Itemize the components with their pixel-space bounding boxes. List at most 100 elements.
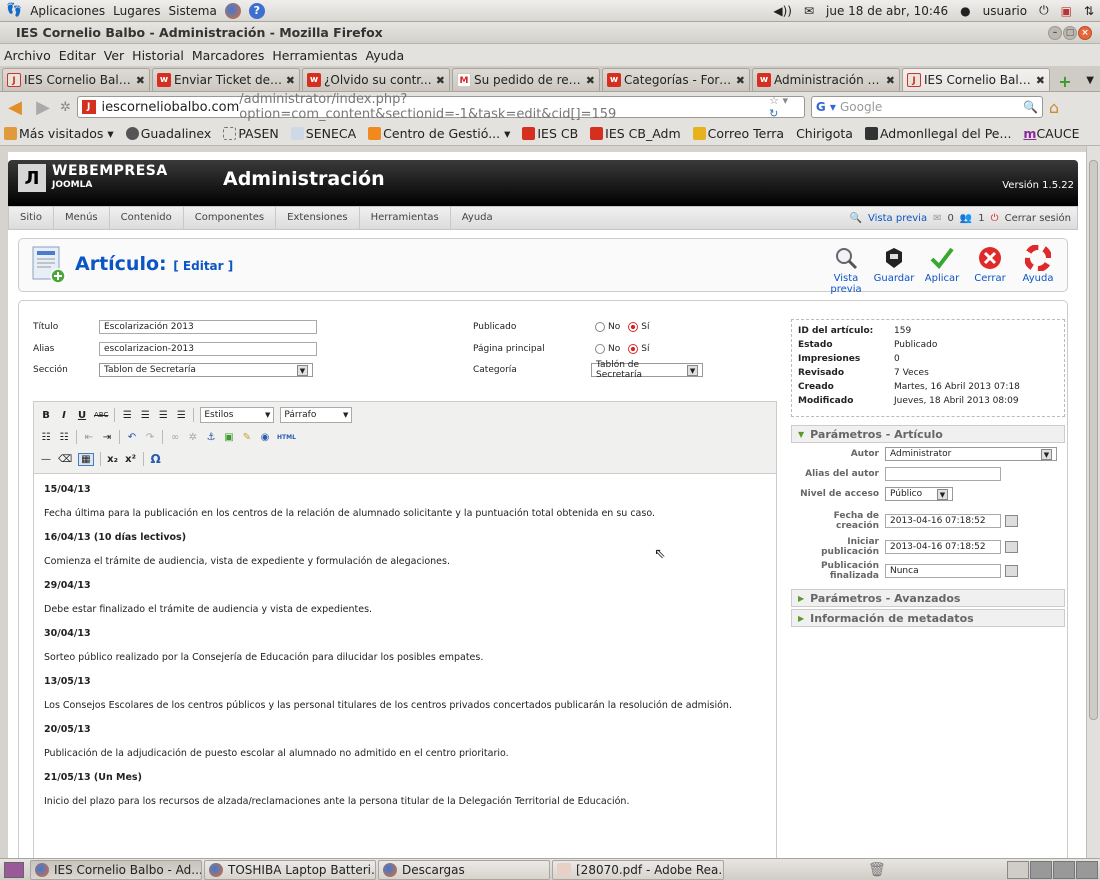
menu-help[interactable]: Ayuda — [366, 48, 405, 63]
bookmark-ies-cb[interactable]: IES CB — [522, 126, 578, 141]
alias-input[interactable]: escolarizacion-2013 — [99, 342, 317, 356]
bookmark-seneca[interactable]: SENECA — [290, 126, 356, 141]
strikethrough-button[interactable]: ABC — [94, 411, 108, 419]
menu-places[interactable]: Lugares — [113, 4, 160, 18]
access-select[interactable]: Público ▼ — [885, 487, 953, 501]
close-window-button[interactable]: × — [1078, 25, 1092, 40]
jmenu-help[interactable]: Ayuda — [451, 207, 504, 229]
minimize-button[interactable]: – — [1048, 25, 1062, 40]
tab-4[interactable]: w Categorías - Foro... ✖ — [602, 68, 750, 91]
bookmark-star-icon[interactable]: ✲ — [60, 100, 71, 115]
bookmark-centro-gestion[interactable]: Centro de Gestió... ▾ — [368, 126, 510, 141]
frontpage-yes-radio[interactable] — [628, 344, 639, 354]
joomla-logo[interactable]: Л WEBEMPRESA JOOMLA — [18, 164, 168, 192]
tab-list-icon[interactable]: ▼ — [1086, 75, 1094, 86]
align-justify-icon[interactable]: ☰ — [175, 410, 187, 421]
tab-5[interactable]: w Administración - ... ✖ — [752, 68, 900, 91]
link-icon[interactable]: ∞ — [169, 432, 181, 443]
bookmark-cauce[interactable]: mCAUCE — [1023, 126, 1079, 141]
tab-close-icon[interactable]: ✖ — [286, 74, 295, 87]
visual-aid-icon[interactable]: ▦ — [78, 452, 94, 466]
jmenu-content[interactable]: Contenido — [110, 207, 184, 229]
tray-icons[interactable]: ▣ — [1061, 4, 1072, 18]
taskbar-item-toshiba[interactable]: TOSHIBA Laptop Batteri... — [204, 859, 376, 880]
anchor-icon[interactable]: ⚓ — [205, 432, 217, 443]
page-scrollbar[interactable] — [1086, 146, 1100, 858]
apply-button[interactable]: Aplicar — [919, 243, 965, 295]
bold-button[interactable]: B — [40, 410, 52, 421]
forward-button[interactable]: ▶ — [32, 97, 54, 118]
tab-0[interactable]: J IES Cornelio Balb... ✖ — [2, 68, 150, 91]
preview-button[interactable]: Vista previa — [823, 243, 869, 295]
menu-file[interactable]: Archivo — [4, 48, 51, 63]
html-source-icon[interactable]: HTML — [277, 434, 296, 441]
calendar-icon[interactable] — [1005, 515, 1018, 527]
frontpage-no-radio[interactable] — [595, 344, 605, 354]
publish-down-input[interactable]: Nunca — [885, 564, 1001, 578]
maximize-button[interactable]: □ — [1063, 25, 1077, 40]
taskbar-item-adobe[interactable]: [28070.pdf - Adobe Rea... — [552, 859, 724, 880]
metadata-header[interactable]: ▶ Información de metadatos — [791, 609, 1065, 627]
logout-link[interactable]: Cerrar sesión — [1005, 213, 1071, 224]
close-button[interactable]: Cerrar — [967, 243, 1013, 295]
gnome-foot-icon[interactable]: 👣 — [6, 3, 22, 18]
category-select[interactable]: Tablón de Secretaría ▼ — [591, 360, 703, 380]
jmenu-extensions[interactable]: Extensiones — [276, 207, 360, 229]
back-button[interactable]: ◀ — [4, 97, 26, 118]
show-desktop-icon[interactable] — [4, 861, 24, 878]
bookmark-pasen[interactable]: PASEN — [223, 126, 279, 141]
tab-6-active[interactable]: J IES Cornelio Balb... ✖ — [902, 68, 1050, 91]
home-icon[interactable]: ⌂ — [1049, 98, 1059, 117]
tab-close-icon[interactable]: ✖ — [1036, 74, 1045, 87]
tab-3[interactable]: M Su pedido de ren... ✖ — [452, 68, 600, 91]
superscript-icon[interactable]: x² — [125, 454, 137, 465]
calendar-icon[interactable] — [1005, 541, 1018, 553]
menu-applications[interactable]: Aplicaciones — [30, 4, 105, 18]
scrollbar-thumb[interactable] — [1089, 160, 1098, 720]
power-icon[interactable]: ⏻ — [1039, 3, 1049, 18]
author-select[interactable]: Administrator ▼ — [885, 447, 1057, 461]
network-icon[interactable]: ⇅ — [1084, 4, 1094, 18]
mail-icon[interactable]: ✉ — [804, 4, 814, 18]
params-advanced-header[interactable]: ▶ Parámetros - Avanzados — [791, 589, 1065, 607]
messages-count[interactable]: 0 — [947, 213, 953, 224]
url-dropdown-icon[interactable]: ☆ ▾ ↻ — [769, 94, 800, 120]
title-input[interactable]: Escolarización 2013 — [99, 320, 317, 334]
tab-2[interactable]: w ¿Olvido su contr... ✖ — [302, 68, 450, 91]
bookmark-guadalinex[interactable]: Guadalinex — [125, 126, 211, 141]
jmenu-tools[interactable]: Herramientas — [360, 207, 451, 229]
styles-select[interactable]: Estilos ▼ — [200, 407, 275, 423]
tab-close-icon[interactable]: ✖ — [436, 74, 445, 87]
menu-history[interactable]: Historial — [132, 48, 184, 63]
url-bar[interactable]: J iescorneliobalbo.com/administrator/ind… — [76, 92, 805, 122]
align-right-icon[interactable]: ☰ — [157, 410, 169, 421]
save-button[interactable]: Guardar — [871, 243, 917, 295]
underline-button[interactable]: U — [76, 410, 88, 421]
image-icon[interactable]: ▣ — [223, 432, 235, 443]
bookmark-chirigota[interactable]: Chirigota — [796, 126, 853, 141]
volume-icon[interactable]: ◀)) — [773, 4, 792, 18]
preview-link[interactable]: Vista previa — [868, 213, 927, 224]
unlink-icon[interactable]: ✲ — [187, 432, 199, 443]
section-select[interactable]: Tablon de Secretaría ▼ — [99, 363, 313, 377]
users-count[interactable]: 1 — [978, 213, 984, 224]
bullet-list-icon[interactable]: ☷ — [40, 432, 52, 443]
tab-close-icon[interactable]: ✖ — [136, 74, 145, 87]
user-name[interactable]: usuario — [983, 4, 1027, 18]
taskbar-item-downloads[interactable]: Descargas — [378, 859, 550, 880]
search-bar[interactable]: G ▾ Google 🔍 — [810, 96, 1043, 118]
menu-view[interactable]: Ver — [104, 48, 124, 63]
indent-icon[interactable]: ⇥ — [101, 432, 113, 443]
cleanup-icon[interactable]: ✎ — [241, 432, 253, 443]
firefox-launcher-icon[interactable] — [224, 2, 241, 19]
jmenu-menus[interactable]: Menús — [54, 207, 110, 229]
publish-up-input[interactable]: 2013-04-16 07:18:52 — [885, 540, 1001, 554]
special-char-icon[interactable]: Ω — [150, 452, 162, 466]
redo-icon[interactable]: ↷ — [144, 432, 156, 443]
calendar-icon[interactable] — [1005, 565, 1018, 577]
tab-1[interactable]: w Enviar Ticket de ... ✖ — [152, 68, 300, 91]
trash-icon[interactable]: 🗑 — [868, 862, 886, 878]
numbered-list-icon[interactable]: ☷ — [58, 432, 70, 443]
tab-close-icon[interactable]: ✖ — [736, 74, 745, 87]
author-alias-input[interactable] — [885, 467, 1001, 481]
